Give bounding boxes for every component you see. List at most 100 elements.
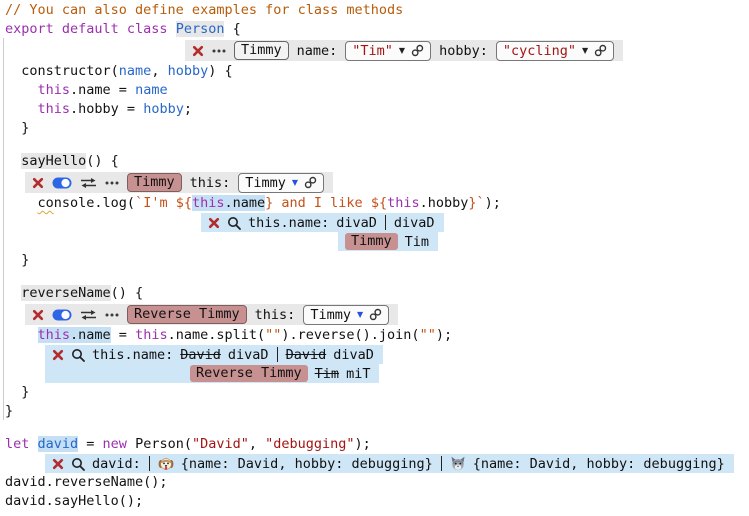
code-token: ${ <box>176 195 192 211</box>
probe-this-name-reversename: this.name: David divaD David divaD Rever… <box>45 345 383 383</box>
code-line: } <box>5 251 749 270</box>
indent-guide <box>3 38 4 420</box>
probe-value: {name: David, hobby: debugging} <box>181 456 433 472</box>
code-token: name <box>135 82 168 98</box>
probe-david: david: {name: David, hobby: debugging} <box>45 454 734 473</box>
close-icon[interactable] <box>52 349 64 361</box>
probe-label: this.name: <box>248 215 329 231</box>
sayhello-example-widget: Timmy this: Timmy ▼ <box>25 172 333 193</box>
hobby-param-label: hobby: <box>439 43 488 59</box>
code-line: this.name = this.name.split("").reverse(… <box>5 326 749 345</box>
probe-row: this.name: divaD divaD <box>201 213 444 232</box>
code-token: } <box>5 120 29 136</box>
code-line: sayHello() { <box>5 152 749 171</box>
code-line: this.name = name <box>5 81 749 100</box>
code-token: "" <box>420 327 436 343</box>
code-token: this <box>38 82 71 98</box>
dropdown-value: Timmy <box>310 307 351 323</box>
code-token <box>5 327 38 343</box>
swap-arrows-icon[interactable] <box>80 177 97 189</box>
code-token: } <box>5 384 29 400</box>
code-token: hobby <box>143 101 184 117</box>
code-token: this <box>387 195 420 211</box>
code-token: reverseName <box>21 285 110 301</box>
example-button-timmy[interactable]: Timmy <box>234 41 289 60</box>
probe-example-old-value: Tim <box>315 366 339 382</box>
chevron-down-icon: ▼ <box>357 311 363 319</box>
value-separator <box>385 215 386 230</box>
chevron-down-icon: ▼ <box>582 47 588 55</box>
code-line: this.hobby = hobby; <box>5 100 749 119</box>
name-param-label: name: <box>297 43 338 59</box>
code-line: reverseName() { <box>5 284 749 303</box>
link-icon[interactable] <box>594 44 607 57</box>
code-token: and I like <box>273 195 371 211</box>
name-value-dropdown[interactable]: "Tim" ▼ <box>345 41 431 61</box>
code-token: new <box>103 436 127 452</box>
code-token: = <box>78 436 102 452</box>
dropdown-value: Timmy <box>245 175 286 191</box>
hobby-value-dropdown[interactable]: "cycling" ▼ <box>496 41 614 61</box>
code-line: constructor(name, hobby) { <box>5 62 749 81</box>
code-token: david <box>38 436 79 452</box>
search-icon[interactable] <box>227 216 241 230</box>
code-line: david.reverseName(); <box>5 473 749 492</box>
code-token: this <box>38 327 71 343</box>
dropdown-value: "cycling" <box>503 43 576 59</box>
probe-example-value: miT <box>346 366 370 382</box>
example-chip-reverse-timmy[interactable]: Reverse Timmy <box>190 365 308 382</box>
code-token: david.reverseName(); <box>5 474 168 490</box>
probe-label: this.name: <box>92 347 173 363</box>
example-button-timmy[interactable]: Timmy <box>127 173 182 192</box>
dog-icon <box>158 456 174 472</box>
probe-old-value: David <box>180 347 221 363</box>
code-token: } <box>468 195 476 211</box>
link-icon[interactable] <box>304 176 317 189</box>
code-line: } <box>5 119 749 138</box>
swap-arrows-icon[interactable] <box>80 309 97 321</box>
code-token: ` <box>477 195 485 211</box>
code-token: { <box>224 21 240 37</box>
close-icon[interactable] <box>32 309 44 321</box>
code-token: this <box>192 195 225 211</box>
probe-value: {name: David, hobby: debugging} <box>473 456 725 472</box>
code-token: // You can also define examples for clas… <box>5 2 403 18</box>
close-icon[interactable] <box>32 177 44 189</box>
this-label: this: <box>255 307 296 323</box>
code-token <box>5 153 21 169</box>
code-token: } <box>5 403 13 419</box>
close-icon[interactable] <box>52 458 64 470</box>
close-icon[interactable] <box>192 45 204 57</box>
code-token: , <box>249 436 265 452</box>
this-label: this: <box>190 175 231 191</box>
code-token: () { <box>111 285 144 301</box>
code-token: "David" <box>192 436 249 452</box>
probe-old-value: David <box>286 347 327 363</box>
code-token <box>5 101 38 117</box>
toggle-on-icon[interactable] <box>52 309 72 321</box>
link-icon[interactable] <box>411 44 424 57</box>
code-line <box>5 421 749 435</box>
more-icon[interactable] <box>105 313 119 317</box>
code-token: () { <box>86 153 119 169</box>
example-button-reverse-timmy[interactable]: Reverse Timmy <box>127 305 247 324</box>
code-token: hobby <box>168 63 209 79</box>
probe-row: this.name: David divaD David divaD <box>45 345 383 364</box>
code-editor: { "colors": { "keyword": "#9b2fae", "ide… <box>0 0 749 516</box>
this-example-dropdown[interactable]: Timmy ▼ <box>303 305 389 325</box>
code-token <box>5 195 38 211</box>
code-token <box>5 285 21 301</box>
code-token: .name <box>224 195 265 211</box>
code-token: ); <box>355 436 371 452</box>
editor-surface[interactable]: // You can also define examples for clas… <box>0 0 749 511</box>
search-icon[interactable] <box>71 457 85 471</box>
link-icon[interactable] <box>369 308 382 321</box>
code-token: co <box>38 195 54 211</box>
toggle-on-icon[interactable] <box>52 177 72 189</box>
more-icon[interactable] <box>212 49 226 53</box>
this-example-dropdown[interactable]: Timmy ▼ <box>238 173 324 193</box>
search-icon[interactable] <box>71 348 85 362</box>
close-icon[interactable] <box>208 217 220 229</box>
example-chip-timmy[interactable]: Timmy <box>345 233 398 250</box>
more-icon[interactable] <box>105 181 119 185</box>
